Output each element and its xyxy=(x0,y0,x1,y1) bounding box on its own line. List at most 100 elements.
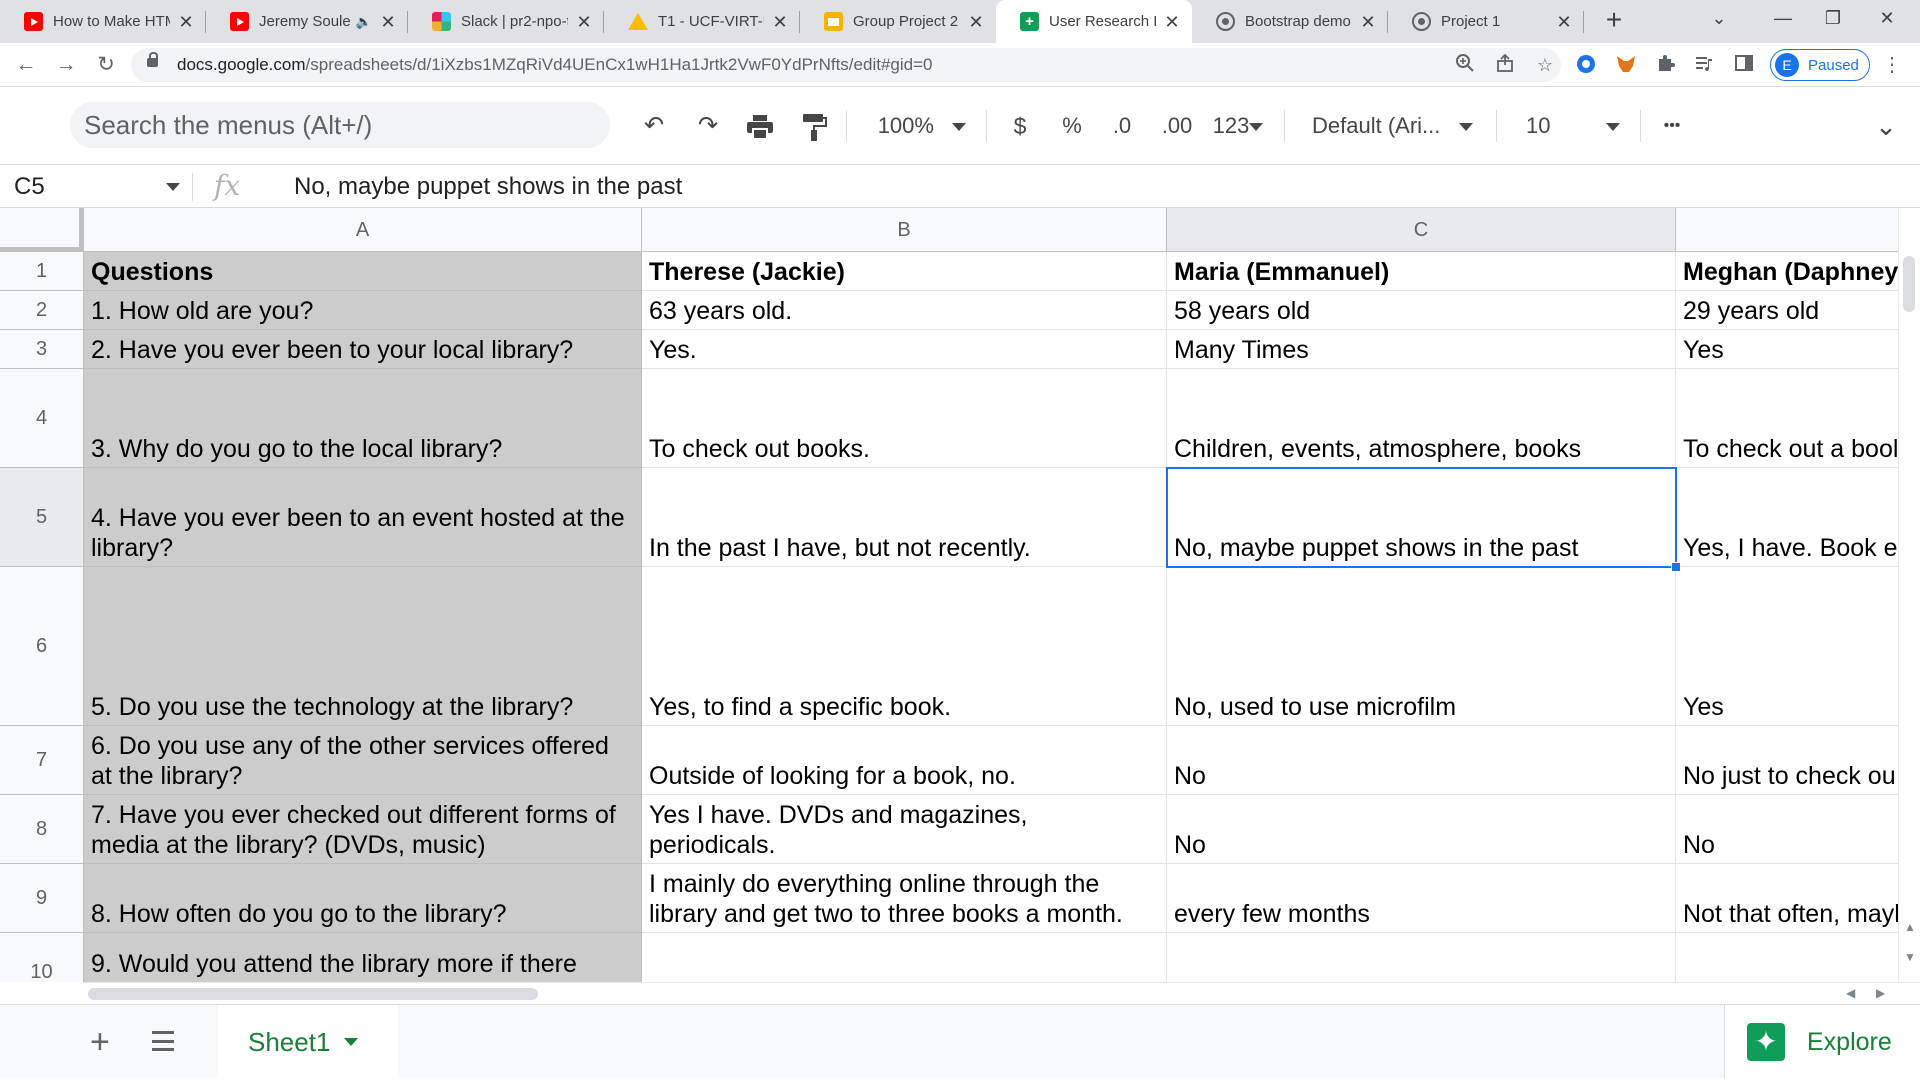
cell[interactable]: every few months xyxy=(1167,864,1676,933)
sheet-tab[interactable]: Sheet1 xyxy=(218,1005,398,1079)
browser-tab[interactable]: Slack | pr2-npo-team ✕ xyxy=(408,0,604,43)
more-options-icon[interactable]: ••• xyxy=(1654,106,1690,146)
cell[interactable]: No just to check ou xyxy=(1676,726,1898,795)
side-panel-icon[interactable] xyxy=(1732,53,1756,77)
column-header-b[interactable]: B xyxy=(642,208,1167,252)
cell[interactable]: No xyxy=(1676,795,1898,864)
cell[interactable]: Yes xyxy=(1167,933,1676,982)
cell[interactable]: Outside of looking for a book, no. xyxy=(642,726,1167,795)
paint-format-icon[interactable] xyxy=(796,106,832,146)
add-sheet-button[interactable]: + xyxy=(90,1025,110,1059)
browser-tab[interactable]: Project 1 ✕ xyxy=(1388,0,1584,43)
fill-handle[interactable] xyxy=(1671,562,1681,572)
scroll-up-icon[interactable]: ▲ xyxy=(1904,920,1916,934)
share-icon[interactable] xyxy=(1493,53,1517,77)
cell[interactable]: 29 years old xyxy=(1676,291,1898,330)
close-tab-icon[interactable]: ✕ xyxy=(378,12,398,32)
redo-icon[interactable]: ↷ xyxy=(690,106,726,146)
cell[interactable]: Yes xyxy=(1676,933,1898,982)
cell[interactable]: 8. How often do you go to the library? xyxy=(84,864,642,933)
row-header[interactable]: 4 xyxy=(0,369,84,468)
cell[interactable]: Yes xyxy=(1676,330,1898,369)
column-header-a[interactable]: A xyxy=(84,208,642,252)
formula-input[interactable]: No, maybe puppet shows in the past xyxy=(294,173,682,201)
font-family-select[interactable]: Default (Ari... xyxy=(1312,106,1486,146)
browser-tab[interactable]: Bootstrap demo ✕ xyxy=(1192,0,1388,43)
chevron-down-icon[interactable] xyxy=(166,183,180,191)
vertical-scrollbar[interactable]: ▲ ▼ xyxy=(1898,208,1920,982)
row-header[interactable]: 9 xyxy=(0,864,84,933)
column-header-c[interactable]: C xyxy=(1167,208,1676,252)
cell[interactable]: No, maybe puppet shows in the past xyxy=(1167,468,1676,567)
more-formats-select[interactable]: 123 xyxy=(1208,106,1268,146)
row-header[interactable]: 8 xyxy=(0,795,84,864)
cell[interactable]: 9. Would you attend the library more if … xyxy=(84,933,642,982)
scroll-right-icon[interactable]: ▶ xyxy=(1876,986,1885,1000)
cell[interactable]: No, used to use microfilm xyxy=(1167,567,1676,726)
close-tab-icon[interactable]: ✕ xyxy=(1162,12,1182,32)
cell[interactable]: 3. Why do you go to the local library? xyxy=(84,369,642,468)
row-header[interactable]: 5 xyxy=(0,468,84,567)
cell[interactable]: To check out a bool xyxy=(1676,369,1898,468)
cell[interactable]: 1. How old are you? xyxy=(84,291,642,330)
media-queue-icon[interactable] xyxy=(1692,53,1716,77)
row-header[interactable]: 1 xyxy=(0,252,84,291)
close-tab-icon[interactable]: ✕ xyxy=(1554,12,1574,32)
row-header[interactable]: 6 xyxy=(0,567,84,726)
row-header[interactable]: 3 xyxy=(0,330,84,369)
cell[interactable]: No xyxy=(1167,726,1676,795)
header-cell[interactable]: Maria (Emmanuel) xyxy=(1167,252,1676,291)
format-percent-button[interactable]: % xyxy=(1054,106,1090,146)
undo-icon[interactable]: ↶ xyxy=(636,106,672,146)
print-icon[interactable] xyxy=(742,106,778,146)
explore-button[interactable]: ✦ Explore xyxy=(1724,1005,1920,1079)
close-tab-icon[interactable]: ✕ xyxy=(574,12,594,32)
close-tab-icon[interactable]: ✕ xyxy=(770,12,790,32)
tab-search-chevron-icon[interactable]: ⌄ xyxy=(1696,0,1742,43)
font-size-select[interactable]: 10 xyxy=(1526,106,1626,146)
browser-menu-icon[interactable]: ⋮ xyxy=(1880,53,1904,77)
cell[interactable]: Yes, to find a specific book. xyxy=(642,567,1167,726)
cell[interactable]: I mainly do everything online through th… xyxy=(642,864,1167,933)
increase-decimal-button[interactable]: .00 xyxy=(1154,106,1200,146)
browser-tab[interactable]: T1 - UCF-VIRT-UX ✕ xyxy=(604,0,800,43)
cell[interactable]: 58 years old xyxy=(1167,291,1676,330)
format-currency-button[interactable]: $ xyxy=(1002,106,1038,146)
all-sheets-menu-icon[interactable] xyxy=(152,1031,174,1051)
cell[interactable]: 4. Have you ever been to an event hosted… xyxy=(84,468,642,567)
row-header[interactable]: 10 xyxy=(0,933,84,982)
zoom-select[interactable]: 100% xyxy=(872,106,972,146)
header-cell[interactable]: Meghan (Daphney xyxy=(1676,252,1898,291)
scrollbar-thumb[interactable] xyxy=(88,988,538,1000)
close-tab-icon[interactable]: ✕ xyxy=(966,12,986,32)
cell[interactable]: Many Times xyxy=(1167,330,1676,369)
chevron-down-icon[interactable] xyxy=(344,1038,359,1046)
lock-icon[interactable] xyxy=(147,52,158,67)
zoom-icon[interactable] xyxy=(1453,53,1477,77)
cell[interactable]: 63 years old. xyxy=(642,291,1167,330)
reload-icon[interactable]: ↻ xyxy=(90,49,122,81)
horizontal-scrollbar[interactable]: ◀ ▶ xyxy=(84,982,1920,1004)
browser-tab[interactable]: Jeremy Soule 🔈 ✕ xyxy=(206,0,408,43)
new-tab-button[interactable]: + xyxy=(1596,0,1632,43)
collapse-toolbar-icon[interactable]: ⌄ xyxy=(1866,106,1906,146)
extensions-puzzle-icon[interactable] xyxy=(1654,53,1678,77)
extension-circle-icon[interactable] xyxy=(1574,53,1598,77)
address-bar[interactable]: docs.google.com/spreadsheets/d/1iXzbs1MZ… xyxy=(131,48,1561,82)
speaker-icon[interactable]: 🔈 xyxy=(356,14,372,30)
cell[interactable]: To check out books. xyxy=(642,369,1167,468)
header-cell[interactable]: Questions xyxy=(84,252,642,291)
close-tab-icon[interactable]: ✕ xyxy=(1358,12,1378,32)
row-header[interactable]: 7 xyxy=(0,726,84,795)
browser-tab[interactable]: Group Project 2 P ✕ xyxy=(800,0,996,43)
cell[interactable]: 6. Do you use any of the other services … xyxy=(84,726,642,795)
scrollbar-thumb[interactable] xyxy=(1903,256,1915,312)
browser-tab-active[interactable]: + User Research Int ✕ xyxy=(996,0,1192,43)
back-icon[interactable]: ← xyxy=(10,49,42,81)
cell[interactable]: 5. Do you use the technology at the libr… xyxy=(84,567,642,726)
cell[interactable]: Children, events, atmosphere, books xyxy=(1167,369,1676,468)
cell[interactable]: Probably xyxy=(642,933,1167,982)
cell[interactable]: No xyxy=(1167,795,1676,864)
cell[interactable]: Not that often, mayl xyxy=(1676,864,1898,933)
cell[interactable]: Yes, I have. Book e xyxy=(1676,468,1898,567)
